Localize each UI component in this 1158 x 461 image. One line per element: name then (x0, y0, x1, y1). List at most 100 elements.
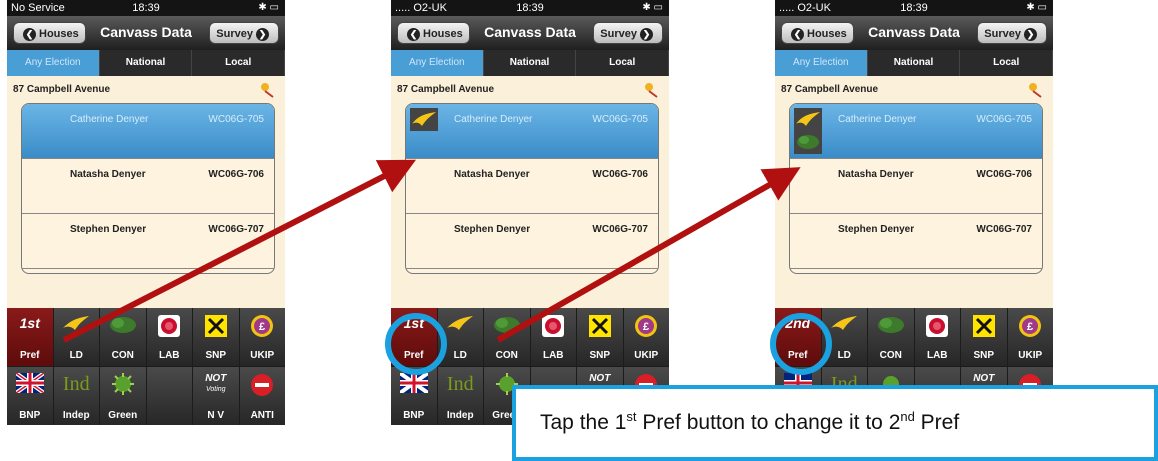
union-flag-icon (15, 373, 44, 393)
tab-national[interactable]: National (484, 50, 577, 76)
tree-icon (109, 317, 136, 333)
voter-list: Catherine Denyer WC06G-705 Natasha Denyer… (21, 103, 275, 274)
snp-button[interactable]: SNP (193, 308, 239, 366)
map-pin-icon[interactable] (643, 82, 659, 98)
map-pin-icon[interactable] (259, 82, 275, 98)
election-tabs: Any Election National Local (7, 50, 285, 76)
svg-text:£: £ (643, 321, 649, 333)
bird-icon (63, 316, 90, 330)
nav-bar: ❮ Houses Canvass Data Survey ❯ (7, 16, 285, 50)
status-bar: No Service 18:39 ✱ ▭ (7, 0, 285, 16)
ind-logo: Ind (446, 373, 474, 395)
pound-icon: £ (1019, 315, 1042, 337)
voter-row[interactable]: Catherine Denyer WC06G-705 (22, 104, 274, 159)
bnp-button[interactable]: BNP (391, 367, 437, 425)
anti-button[interactable]: ANTI (239, 367, 285, 425)
chevron-right-icon: ❯ (640, 27, 653, 41)
snp-button[interactable]: SNP (961, 308, 1007, 366)
union-flag-icon (399, 373, 428, 393)
status-bar: ..... O2-UK 18:39 ✱ ▭ (775, 0, 1053, 16)
clock: 18:39 (900, 2, 928, 14)
address-label: 87 Campbell Avenue (13, 82, 279, 98)
phone-screen-1: No Service 18:39 ✱ ▭ ❮ Houses Canvass Dat… (7, 0, 285, 425)
tree-icon (877, 317, 904, 333)
map-pin-icon[interactable] (1027, 82, 1043, 98)
survey-button[interactable]: Survey ❯ (977, 22, 1047, 44)
ld-button[interactable]: LD (53, 308, 99, 366)
tab-any-election[interactable]: Any Election (391, 50, 484, 76)
voter-row[interactable]: Natasha Denyer WC06G-706 (790, 159, 1042, 214)
voter-row[interactable]: Catherine Denyer WC06G-705 (406, 104, 658, 159)
tab-any-election[interactable]: Any Election (775, 50, 868, 76)
ld-con-vote-chip (794, 108, 822, 154)
tab-local[interactable]: Local (576, 50, 669, 76)
globe-icon (111, 373, 134, 395)
voter-row[interactable]: Stephen Denyer WC06G-707 (406, 214, 658, 269)
indep-button[interactable]: IndIndep (437, 367, 483, 425)
green-button[interactable]: Green (100, 367, 146, 425)
pref-button[interactable]: 1st Pref (7, 308, 53, 366)
tab-local[interactable]: Local (960, 50, 1053, 76)
ballot-cross-icon (588, 315, 611, 337)
ukip-button[interactable]: £ UKIP (239, 308, 285, 366)
clock: 18:39 (516, 2, 544, 14)
no-entry-icon (251, 374, 274, 396)
survey-button[interactable]: Survey ❯ (209, 22, 279, 44)
not-voting-button[interactable]: NOTVotingN V (193, 367, 239, 425)
chevron-right-icon: ❯ (1024, 27, 1037, 41)
lab-button[interactable]: LAB (914, 308, 960, 366)
con-button[interactable]: CON (868, 308, 914, 366)
battery-icon: ✱ ▭ (258, 2, 279, 13)
pound-icon: £ (635, 315, 658, 337)
ukip-button[interactable]: £ UKIP (1007, 308, 1053, 366)
rose-icon (158, 315, 181, 337)
tree-icon (493, 317, 520, 333)
voter-row[interactable]: Natasha Denyer WC06G-706 (406, 159, 658, 214)
ukip-button[interactable]: £ UKIP (623, 308, 669, 366)
voter-list: Catherine Denyer WC06G-705 Natasha Denyer… (405, 103, 659, 274)
tab-national[interactable]: National (100, 50, 193, 76)
election-tabs: Any Election National Local (775, 50, 1053, 76)
status-bar: ..... O2-UK 18:39 ✱ ▭ (391, 0, 669, 16)
battery-icon: ✱ ▭ (642, 2, 663, 13)
ld-vote-chip (410, 108, 438, 131)
election-tabs: Any Election National Local (391, 50, 669, 76)
bnp-button[interactable]: BNP (7, 367, 53, 425)
ballot-cross-icon (204, 315, 227, 337)
svg-text:£: £ (1027, 321, 1033, 333)
voter-row[interactable]: Catherine Denyer WC06G-705 (790, 104, 1042, 159)
ballot-cross-icon (972, 315, 995, 337)
nav-bar: ❮ Houses Canvass Data Survey ❯ (391, 16, 669, 50)
highlight-circle (770, 313, 832, 375)
voter-row[interactable]: Natasha Denyer WC06G-706 (22, 159, 274, 214)
nav-bar: ❮ Houses Canvass Data Survey ❯ (775, 16, 1053, 50)
tab-local[interactable]: Local (192, 50, 285, 76)
tab-any-election[interactable]: Any Election (7, 50, 100, 76)
party-button-grid: 1st Pref LD CON LAB SNP £ UKIP BNP Ind Inde… (7, 308, 285, 425)
voter-row[interactable]: Stephen Denyer WC06G-707 (790, 214, 1042, 269)
bird-icon (447, 316, 474, 330)
snp-button[interactable]: SNP (577, 308, 623, 366)
clock: 18:39 (132, 2, 160, 14)
lab-button[interactable]: LAB (146, 308, 192, 366)
pound-icon: £ (251, 315, 274, 337)
lab-button[interactable]: LAB (530, 308, 576, 366)
svg-text:£: £ (259, 321, 265, 333)
tab-national[interactable]: National (868, 50, 961, 76)
ind-logo: Ind (62, 373, 90, 395)
con-button[interactable]: CON (100, 308, 146, 366)
address-label: 87 Campbell Avenue (781, 82, 1047, 98)
instruction-callout: Tap the 1st Pref button to change it to … (512, 385, 1158, 461)
highlight-circle (385, 313, 447, 375)
survey-button[interactable]: Survey ❯ (593, 22, 663, 44)
empty-button (146, 367, 192, 425)
con-button[interactable]: CON (484, 308, 530, 366)
battery-icon: ✱ ▭ (1026, 2, 1047, 13)
chevron-right-icon: ❯ (256, 27, 269, 41)
voter-list: Catherine Denyer WC06G-705 Natasha Denyer… (789, 103, 1043, 274)
address-label: 87 Campbell Avenue (397, 82, 663, 98)
rose-icon (542, 315, 565, 337)
rose-icon (926, 315, 949, 337)
voter-row[interactable]: Stephen Denyer WC06G-707 (22, 214, 274, 269)
indep-button[interactable]: IndIndep (53, 367, 99, 425)
